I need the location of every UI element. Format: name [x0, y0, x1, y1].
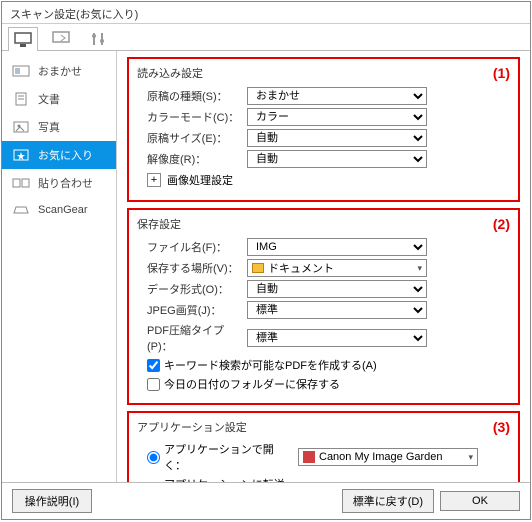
location-select[interactable]: ドキュメント ▾ — [247, 259, 427, 277]
app-settings-section: (3) アプリケーション設定 アプリケーションで開く： Canon My Ima… — [127, 411, 520, 482]
content-area: おまかせ 文書 写真 お気に入り 貼り合わせ ScanGear — [2, 51, 530, 482]
top-tabs — [2, 24, 530, 51]
scanner-icon — [12, 203, 30, 217]
chevron-down-icon: ▾ — [468, 452, 473, 463]
section-title: 読み込み設定 — [137, 65, 510, 81]
save-settings-section: (2) 保存設定 ファイル名(F)： IMG 保存する場所(V)： ドキュメント… — [127, 208, 520, 405]
tab-settings[interactable] — [84, 26, 114, 50]
pdf-select[interactable]: 標準 — [247, 329, 427, 347]
tab-from-computer[interactable] — [8, 27, 38, 51]
resolution-label: 解像度(R)： — [137, 151, 247, 167]
open-app-value: Canon My Image Garden — [319, 451, 443, 463]
defaults-button[interactable]: 標準に戻す(D) — [342, 489, 434, 513]
source-label: 原稿の種類(S)： — [137, 88, 247, 104]
stitch-icon — [12, 176, 30, 190]
location-value: ドキュメント — [268, 260, 334, 276]
sidebar-item-stitch[interactable]: 貼り合わせ — [2, 169, 116, 197]
color-select[interactable]: カラー — [247, 108, 427, 126]
sidebar: おまかせ 文書 写真 お気に入り 貼り合わせ ScanGear — [2, 51, 117, 482]
favorite-icon — [12, 148, 30, 162]
sidebar-item-label: ScanGear — [38, 204, 88, 216]
app-icon — [303, 451, 315, 463]
sidebar-item-label: 文書 — [38, 91, 60, 107]
plus-icon: + — [147, 173, 161, 187]
searchable-pdf-label: キーワード検索が可能なPDFを作成する(A) — [164, 357, 377, 373]
send-app-label: アプリケーションに転送する： — [164, 476, 294, 482]
dialog-window: スキャン設定(お気に入り) おまかせ 文書 写真 — [1, 1, 531, 520]
filename-label: ファイル名(F)： — [137, 239, 247, 255]
section-marker-1: (1) — [493, 65, 510, 81]
monitor-icon — [13, 32, 33, 48]
size-label: 原稿サイズ(E)： — [137, 130, 247, 146]
sidebar-item-label: おまかせ — [38, 63, 82, 79]
instructions-button[interactable]: 操作説明(I) — [12, 489, 92, 513]
sidebar-item-label: 貼り合わせ — [38, 175, 93, 191]
auto-icon — [12, 64, 30, 78]
window-title: スキャン設定(お気に入り) — [10, 9, 138, 21]
image-processing-label: 画像処理設定 — [167, 172, 233, 188]
open-app-select[interactable]: Canon My Image Garden ▾ — [298, 448, 478, 466]
sidebar-item-label: 写真 — [38, 119, 60, 135]
source-select[interactable]: おまかせ — [247, 87, 427, 105]
pdf-label: PDF圧縮タイプ(P)： — [137, 322, 247, 354]
sidebar-item-favorite[interactable]: お気に入り — [2, 141, 116, 169]
section-marker-2: (2) — [493, 216, 510, 232]
color-label: カラーモード(C)： — [137, 109, 247, 125]
location-label: 保存する場所(V)： — [137, 260, 247, 276]
format-select[interactable]: 自動 — [247, 280, 427, 298]
filename-select[interactable]: IMG — [247, 238, 427, 256]
image-processing-expand[interactable]: + 画像処理設定 — [137, 171, 233, 189]
tab-from-panel[interactable] — [46, 26, 76, 50]
scan-options-section: (1) 読み込み設定 原稿の種類(S)： おまかせ カラーモード(C)： カラー… — [127, 57, 520, 202]
title-bar: スキャン設定(お気に入り) — [2, 2, 530, 24]
date-folder-label: 今日の日付のフォルダーに保存する — [164, 376, 340, 392]
searchable-pdf-checkbox[interactable] — [147, 359, 160, 372]
sidebar-item-label: お気に入り — [38, 147, 93, 163]
document-icon — [12, 92, 30, 106]
main-panel: (1) 読み込み設定 原稿の種類(S)： おまかせ カラーモード(C)： カラー… — [117, 51, 530, 482]
section-marker-3: (3) — [493, 419, 510, 435]
ok-button[interactable]: OK — [440, 491, 520, 511]
tools-icon — [89, 31, 109, 47]
monitor-arrow-icon — [51, 31, 71, 47]
chevron-down-icon: ▾ — [417, 263, 422, 274]
open-app-label: アプリケーションで開く： — [164, 441, 294, 473]
section-title: アプリケーション設定 — [137, 419, 510, 435]
resolution-select[interactable]: 自動 — [247, 150, 427, 168]
size-select[interactable]: 自動 — [247, 129, 427, 147]
sidebar-item-auto[interactable]: おまかせ — [2, 57, 116, 85]
sidebar-item-scangear[interactable]: ScanGear — [2, 197, 116, 223]
date-folder-checkbox[interactable] — [147, 378, 160, 391]
sidebar-item-photo[interactable]: 写真 — [2, 113, 116, 141]
sidebar-item-document[interactable]: 文書 — [2, 85, 116, 113]
section-title: 保存設定 — [137, 216, 510, 232]
open-app-radio[interactable] — [147, 451, 160, 464]
jpeg-label: JPEG画質(J)： — [137, 302, 247, 318]
photo-icon — [12, 120, 30, 134]
folder-icon — [252, 263, 264, 273]
footer: 操作説明(I) 標準に戻す(D) OK — [2, 482, 530, 519]
jpeg-select[interactable]: 標準 — [247, 301, 427, 319]
format-label: データ形式(O)： — [137, 281, 247, 297]
